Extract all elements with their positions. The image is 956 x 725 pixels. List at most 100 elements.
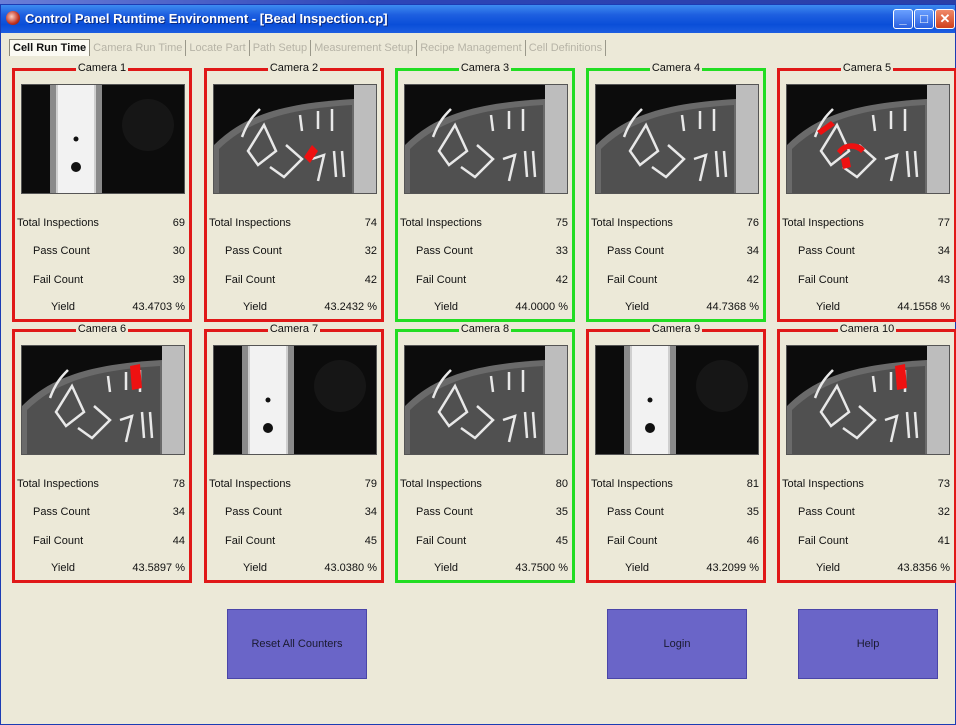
yield-row: Yield 43.2432 %	[209, 301, 377, 315]
yield-value: 43.0380 %	[324, 562, 377, 574]
fail-count-value: 41	[937, 535, 950, 547]
pass-count-value: 32	[937, 506, 950, 518]
fail-count-value: 39	[172, 274, 185, 286]
total-inspections-row: Total Inspections 77	[782, 217, 950, 231]
fail-count-label: Fail Count	[607, 535, 658, 547]
tab-cell-run-time[interactable]: Cell Run Time	[9, 39, 91, 56]
tab-locate-part[interactable]: Locate Part	[186, 40, 250, 56]
pass-count-value: 30	[172, 245, 185, 257]
camera-image[interactable]	[786, 84, 950, 194]
yield-row: Yield 44.7368 %	[591, 301, 759, 315]
app-icon	[6, 11, 20, 25]
yield-label: Yield	[243, 301, 268, 313]
total-inspections-row: Total Inspections 81	[591, 478, 759, 492]
camera-title: Camera 7	[267, 323, 321, 335]
total-inspections-label: Total Inspections	[400, 478, 482, 490]
camera-image[interactable]	[213, 345, 377, 455]
login-button[interactable]: Login	[607, 609, 747, 679]
camera-panel: Camera 3 Total Inspections 75 Pass Count 33 F…	[395, 62, 575, 322]
camera-title: Camera 5	[840, 62, 894, 74]
total-inspections-label: Total Inspections	[591, 217, 673, 229]
tab-camera-run-time[interactable]: Camera Run Time	[90, 40, 187, 56]
close-button[interactable]: ✕	[935, 9, 955, 29]
tab-measurement-setup[interactable]: Measurement Setup	[311, 40, 418, 56]
total-inspections-value: 75	[555, 217, 568, 229]
title-bar[interactable]: Control Panel Runtime Environment - [Bea…	[1, 5, 955, 33]
total-inspections-row: Total Inspections 80	[400, 478, 568, 492]
camera-image[interactable]	[404, 345, 568, 455]
pass-count-label: Pass Count	[607, 245, 664, 257]
fail-count-row: Fail Count 41	[782, 535, 950, 549]
fail-count-value: 42	[364, 274, 377, 286]
fail-count-label: Fail Count	[416, 535, 467, 547]
camera-panel: Camera 8 Total Inspections 80 Pass Count 35 F…	[395, 323, 575, 583]
camera-image[interactable]	[595, 345, 759, 455]
app-window: Control Panel Runtime Environment - [Bea…	[0, 4, 956, 725]
pass-count-label: Pass Count	[798, 506, 855, 518]
pass-count-label: Pass Count	[225, 245, 282, 257]
yield-label: Yield	[434, 301, 459, 313]
yield-row: Yield 43.0380 %	[209, 562, 377, 576]
fail-count-row: Fail Count 43	[782, 274, 950, 288]
fail-count-row: Fail Count 45	[400, 535, 568, 549]
pass-count-row: Pass Count 34	[782, 245, 950, 259]
pass-count-row: Pass Count 33	[400, 245, 568, 259]
fail-count-value: 46	[746, 535, 759, 547]
minimize-button[interactable]: _	[893, 9, 913, 29]
tab-bar: Cell Run Time Camera Run Time Locate Part P…	[9, 39, 607, 59]
yield-row: Yield 44.1558 %	[782, 301, 950, 315]
fail-count-label: Fail Count	[33, 535, 84, 547]
camera-image[interactable]	[213, 84, 377, 194]
help-button[interactable]: Help	[798, 609, 938, 679]
total-inspections-value: 80	[555, 478, 568, 490]
total-inspections-label: Total Inspections	[209, 478, 291, 490]
fail-count-row: Fail Count 46	[591, 535, 759, 549]
tab-cell-definitions[interactable]: Cell Definitions	[526, 40, 607, 56]
tab-path-setup[interactable]: Path Setup	[250, 40, 312, 56]
reset-all-counters-button[interactable]: Reset All Counters	[227, 609, 367, 679]
yield-label: Yield	[51, 562, 76, 574]
fail-count-row: Fail Count 42	[400, 274, 568, 288]
pass-count-label: Pass Count	[798, 245, 855, 257]
camera-image[interactable]	[595, 84, 759, 194]
camera-image[interactable]	[21, 84, 185, 194]
pass-count-row: Pass Count 32	[209, 245, 377, 259]
fail-count-row: Fail Count 42	[209, 274, 377, 288]
total-inspections-row: Total Inspections 73	[782, 478, 950, 492]
camera-image[interactable]	[786, 345, 950, 455]
pass-count-value: 35	[746, 506, 759, 518]
pass-count-value: 34	[937, 245, 950, 257]
total-inspections-value: 73	[937, 478, 950, 490]
pass-count-value: 33	[555, 245, 568, 257]
maximize-button[interactable]: □	[914, 9, 934, 29]
fail-count-label: Fail Count	[225, 274, 276, 286]
yield-label: Yield	[625, 301, 650, 313]
fail-count-label: Fail Count	[798, 274, 849, 286]
fail-count-value: 45	[555, 535, 568, 547]
camera-title: Camera 1	[75, 62, 129, 74]
camera-title: Camera 4	[649, 62, 703, 74]
fail-count-label: Fail Count	[33, 274, 84, 286]
camera-image[interactable]	[21, 345, 185, 455]
fail-count-row: Fail Count 44	[17, 535, 185, 549]
pass-count-row: Pass Count 30	[17, 245, 185, 259]
total-inspections-row: Total Inspections 69	[17, 217, 185, 231]
fail-count-value: 44	[172, 535, 185, 547]
fail-count-value: 42	[555, 274, 568, 286]
pass-count-label: Pass Count	[33, 245, 90, 257]
camera-image[interactable]	[404, 84, 568, 194]
camera-panel: Camera 6 Total Inspections 78 Pass Count 34 F…	[12, 323, 192, 583]
total-inspections-label: Total Inspections	[17, 478, 99, 490]
total-inspections-value: 78	[172, 478, 185, 490]
yield-value: 43.4703 %	[132, 301, 185, 313]
yield-value: 43.5897 %	[132, 562, 185, 574]
camera-title: Camera 9	[649, 323, 703, 335]
pass-count-value: 32	[364, 245, 377, 257]
fail-count-value: 42	[746, 274, 759, 286]
total-inspections-label: Total Inspections	[400, 217, 482, 229]
yield-label: Yield	[816, 301, 841, 313]
tab-recipe-management[interactable]: Recipe Management	[417, 40, 526, 56]
pass-count-label: Pass Count	[607, 506, 664, 518]
pass-count-value: 34	[364, 506, 377, 518]
yield-value: 44.0000 %	[515, 301, 568, 313]
